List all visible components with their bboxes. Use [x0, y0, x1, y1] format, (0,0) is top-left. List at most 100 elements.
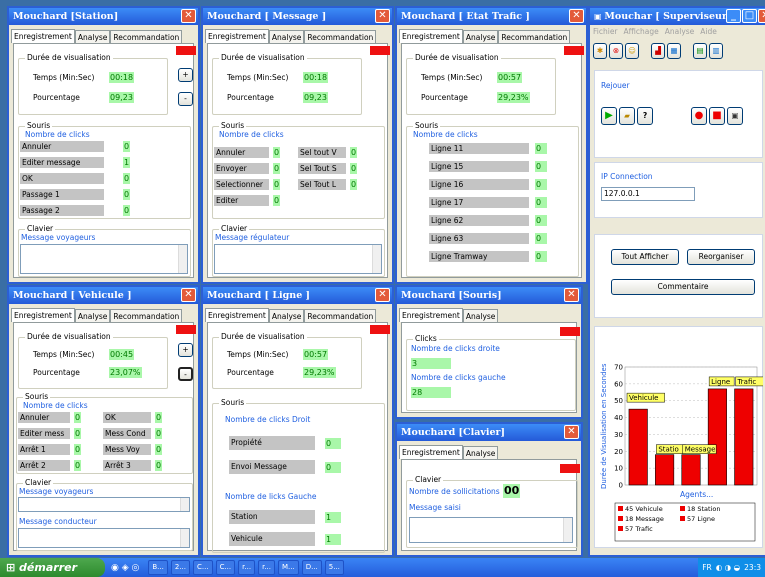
menu-aide[interactable]: Aide — [700, 27, 717, 36]
tab-analyse[interactable]: Analyse — [268, 309, 305, 322]
scrollbar[interactable] — [178, 245, 187, 273]
row-envoi-message: Envoi Message — [229, 460, 315, 474]
menu-affichage[interactable]: Affichage — [624, 27, 659, 36]
windows-icon[interactable]: ▤ — [693, 43, 707, 59]
task-item[interactable]: C... — [192, 560, 213, 575]
temps-value: 00:18 — [303, 72, 329, 83]
quicklaunch-icons[interactable]: ◉ ◈ ◎ — [111, 563, 139, 573]
bar — [655, 454, 675, 486]
tab-enregistrement[interactable]: Enregistrement — [11, 29, 75, 43]
clicks-droite-value: 3 — [411, 358, 451, 369]
close-icon[interactable]: ✕ — [375, 288, 390, 302]
scrollbar[interactable] — [372, 245, 381, 273]
smiley-icon[interactable]: ☺ — [625, 43, 639, 59]
stop-icon[interactable]: ⊗ — [609, 43, 623, 59]
task-item[interactable]: B... — [148, 560, 168, 575]
task-item[interactable]: r... — [238, 560, 256, 575]
tab-enregistrement[interactable]: Enregistrement — [205, 29, 269, 43]
legend-entry: 45 Vehicule — [625, 505, 663, 513]
task-item[interactable]: 2... — [170, 560, 190, 575]
tab-analyse[interactable]: Analyse — [462, 309, 499, 322]
task-item[interactable]: 5... — [324, 560, 344, 575]
tab-enregistrement[interactable]: Enregistrement — [399, 445, 463, 459]
tab-analyse[interactable]: Analyse — [462, 30, 499, 43]
close-icon[interactable]: ✕ — [181, 9, 196, 23]
temps-label: Temps (Min:Sec) — [33, 350, 95, 359]
open-folder-icon[interactable]: ▰ — [619, 107, 635, 125]
message-saisi-label: Message saisi — [409, 503, 461, 512]
tab-analyse[interactable]: Analyse — [74, 30, 111, 43]
message-conducteur-input[interactable] — [18, 528, 190, 548]
message-saisi-textarea[interactable] — [409, 517, 573, 543]
task-item[interactable]: C... — [215, 560, 236, 575]
row-ok: OK — [103, 412, 151, 423]
message-voyageurs-input[interactable] — [18, 497, 190, 512]
row-value: 0 — [273, 179, 281, 190]
layout-icon[interactable]: ▥ — [709, 43, 723, 59]
tab-recommandation[interactable]: Recommandation — [110, 309, 183, 322]
tab-enregistrement[interactable]: Enregistrement — [399, 308, 463, 322]
clock: 23:3 — [744, 563, 761, 572]
tab-recommandation[interactable]: Recommandation — [498, 30, 571, 43]
tab-recommandation[interactable]: Recommandation — [110, 30, 183, 43]
task-item[interactable]: r... — [258, 560, 275, 575]
grid-icon[interactable]: ▦ — [667, 43, 681, 59]
y-tick-label: 50 — [614, 397, 623, 405]
reorganiser-button[interactable]: Reorganiser — [687, 249, 755, 265]
ip-input[interactable]: 127.0.0.1 — [601, 187, 695, 201]
tab-analyse[interactable]: Analyse — [268, 30, 305, 43]
window-title: Mouchard [Clavier] — [401, 427, 506, 438]
tab-recommandation[interactable]: Recommandation — [304, 309, 377, 322]
scrollbar[interactable] — [563, 518, 572, 542]
task-item[interactable]: M... — [277, 560, 299, 575]
tab-enregistrement[interactable]: Enregistrement — [399, 29, 463, 43]
nb-clicks-droit-label: Nombre de clicks Droit — [225, 415, 311, 424]
plus-button[interactable]: + — [178, 68, 193, 82]
play-icon[interactable]: ▶ — [601, 107, 617, 125]
scrollbar[interactable] — [180, 529, 189, 547]
station-titlebar: Mouchard [Station] ✕ — [9, 8, 198, 25]
close-icon[interactable]: ✕ — [564, 288, 579, 302]
help-icon[interactable]: ? — [637, 107, 653, 125]
window-title: Mouchard [ Etat Trafic ] — [401, 11, 530, 22]
start-button[interactable]: ⊞ démarrer — [0, 558, 105, 577]
row-value: 0 — [535, 197, 547, 208]
record-icon[interactable]: ● — [691, 107, 707, 125]
row-value: 0 — [325, 462, 341, 473]
task-item[interactable]: D... — [301, 560, 322, 575]
message-textarea[interactable] — [20, 244, 188, 274]
commentaire-button[interactable]: Commentaire — [611, 279, 755, 295]
tab-enregistrement[interactable]: Enregistrement — [205, 308, 269, 322]
maximize-icon[interactable]: □ — [742, 9, 757, 23]
minus-button[interactable]: - — [178, 92, 193, 106]
chart-icon[interactable]: ▟ — [651, 43, 665, 59]
minus-button[interactable]: - — [178, 367, 193, 381]
clavier-panel: Clavier Nombre de sollicitations 00 Mess… — [401, 459, 580, 551]
tab-analyse[interactable]: Analyse — [74, 309, 111, 322]
tab-recommandation[interactable]: Recommandation — [304, 30, 377, 43]
plus-button[interactable]: + — [178, 343, 193, 357]
tools-icon[interactable]: ✱ — [593, 43, 607, 59]
tout-afficher-button[interactable]: Tout Afficher — [611, 249, 679, 265]
tab-enregistrement[interactable]: Enregistrement — [11, 308, 75, 322]
souris-titlebar: Mouchard [Souris] ✕ — [397, 287, 581, 304]
minimize-icon[interactable]: _ — [726, 9, 741, 23]
save-icon[interactable]: ▣ — [727, 107, 743, 125]
stop-square-icon[interactable]: ■ — [709, 107, 725, 125]
tray-icons[interactable]: ◐ ◑ ◒ — [716, 558, 740, 577]
row-value: 0 — [155, 412, 163, 423]
vehicule-titlebar: Mouchard [ Vehicule ] ✕ — [9, 287, 198, 304]
message-textarea[interactable] — [214, 244, 382, 274]
menu-analyse[interactable]: Analyse — [665, 27, 695, 36]
close-icon[interactable]: ✕ — [564, 425, 579, 439]
y-tick-label: 0 — [619, 482, 623, 490]
vehicule-window: Mouchard [ Vehicule ] ✕ Enregistrement Ana… — [7, 285, 200, 557]
tab-analyse[interactable]: Analyse — [462, 446, 499, 459]
scrollbar[interactable] — [180, 498, 189, 511]
lang-indicator[interactable]: FR — [702, 558, 712, 577]
close-icon[interactable]: ✕ — [758, 9, 765, 23]
close-icon[interactable]: ✕ — [569, 9, 584, 23]
menu-fichier[interactable]: Fichier — [593, 27, 618, 36]
close-icon[interactable]: ✕ — [375, 9, 390, 23]
close-icon[interactable]: ✕ — [181, 288, 196, 302]
